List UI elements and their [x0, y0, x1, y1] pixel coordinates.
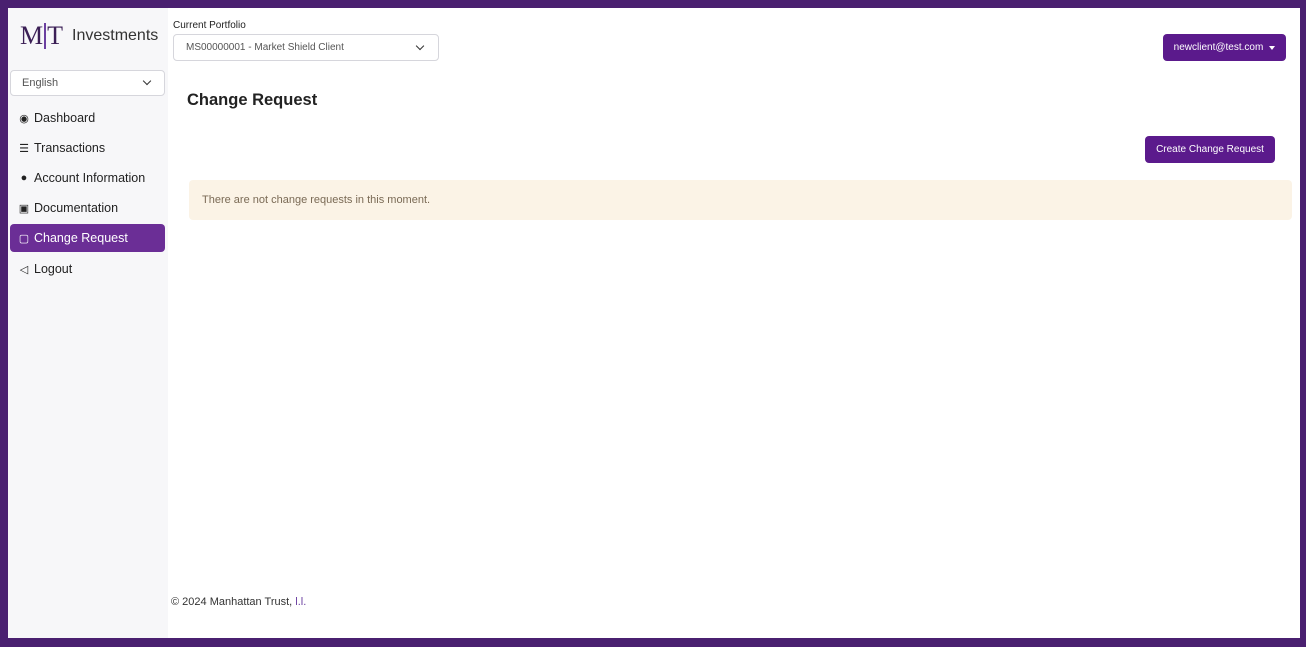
sidebar-item-dashboard[interactable]: ◉ Dashboard — [10, 104, 165, 132]
file-edit-icon: ▢ — [18, 232, 30, 245]
sidebar-item-label: Account Information — [34, 171, 146, 185]
list-icon: ☰ — [19, 142, 29, 155]
logo-divider — [44, 23, 47, 49]
footer: © 2024 Manhattan Trust, l.l. — [171, 596, 306, 608]
app-window: M T Investments English ◉ Dashboard ☰ Tr… — [8, 8, 1300, 638]
user-circle-icon: ● — [20, 172, 28, 184]
language-select[interactable]: English — [10, 70, 165, 96]
document-person-icon: ▣ — [18, 202, 30, 215]
empty-state-message: There are not change requests in this mo… — [202, 194, 431, 206]
sidebar-item-change-request[interactable]: ▢ Change Request — [10, 224, 165, 252]
caret-down-icon — [1269, 45, 1276, 50]
brand-name: Investments — [72, 27, 159, 44]
sidebar-item-logout[interactable]: ◁ Logout — [10, 255, 165, 283]
sidebar-item-documentation[interactable]: ▣ Documentation — [10, 194, 165, 222]
sidebar-item-label: Transactions — [34, 141, 106, 155]
dashboard-icon: ◉ — [19, 112, 29, 125]
sidebar: M T Investments English ◉ Dashboard ☰ Tr… — [8, 8, 168, 638]
chevron-down-icon — [415, 41, 425, 51]
logout-icon: ◁ — [19, 263, 29, 276]
portfolio-label: Current Portfolio — [173, 20, 246, 31]
sidebar-item-account-information[interactable]: ● Account Information — [10, 164, 165, 192]
footer-company-suffix: l.l. — [295, 596, 307, 608]
create-change-request-button[interactable]: Create Change Request — [1145, 136, 1275, 163]
logo-letter-m: M — [20, 21, 44, 50]
user-email: newclient@test.com — [1173, 42, 1264, 53]
sidebar-item-label: Dashboard — [34, 111, 96, 125]
sidebar-item-transactions[interactable]: ☰ Transactions — [10, 134, 165, 162]
empty-state-alert: There are not change requests in this mo… — [189, 180, 1292, 220]
user-menu-button[interactable]: newclient@test.com — [1163, 34, 1286, 61]
sidebar-item-label: Logout — [34, 262, 73, 276]
sidebar-item-label: Documentation — [34, 201, 119, 215]
portfolio-select[interactable]: MS00000001 - Market Shield Client — [173, 34, 439, 61]
chevron-down-icon — [142, 76, 152, 86]
portfolio-selected-value: MS00000001 - Market Shield Client — [186, 42, 344, 53]
sidebar-nav: ◉ Dashboard ☰ Transactions ● Account Inf… — [10, 104, 165, 285]
language-selected-value: English — [22, 77, 59, 89]
logo-letter-t: T — [47, 21, 64, 50]
footer-copyright: © 2024 Manhattan Trust, — [171, 596, 293, 608]
page-title: Change Request — [187, 91, 318, 109]
brand-logo[interactable]: M T Investments — [20, 22, 158, 50]
sidebar-item-label: Change Request — [34, 231, 128, 245]
